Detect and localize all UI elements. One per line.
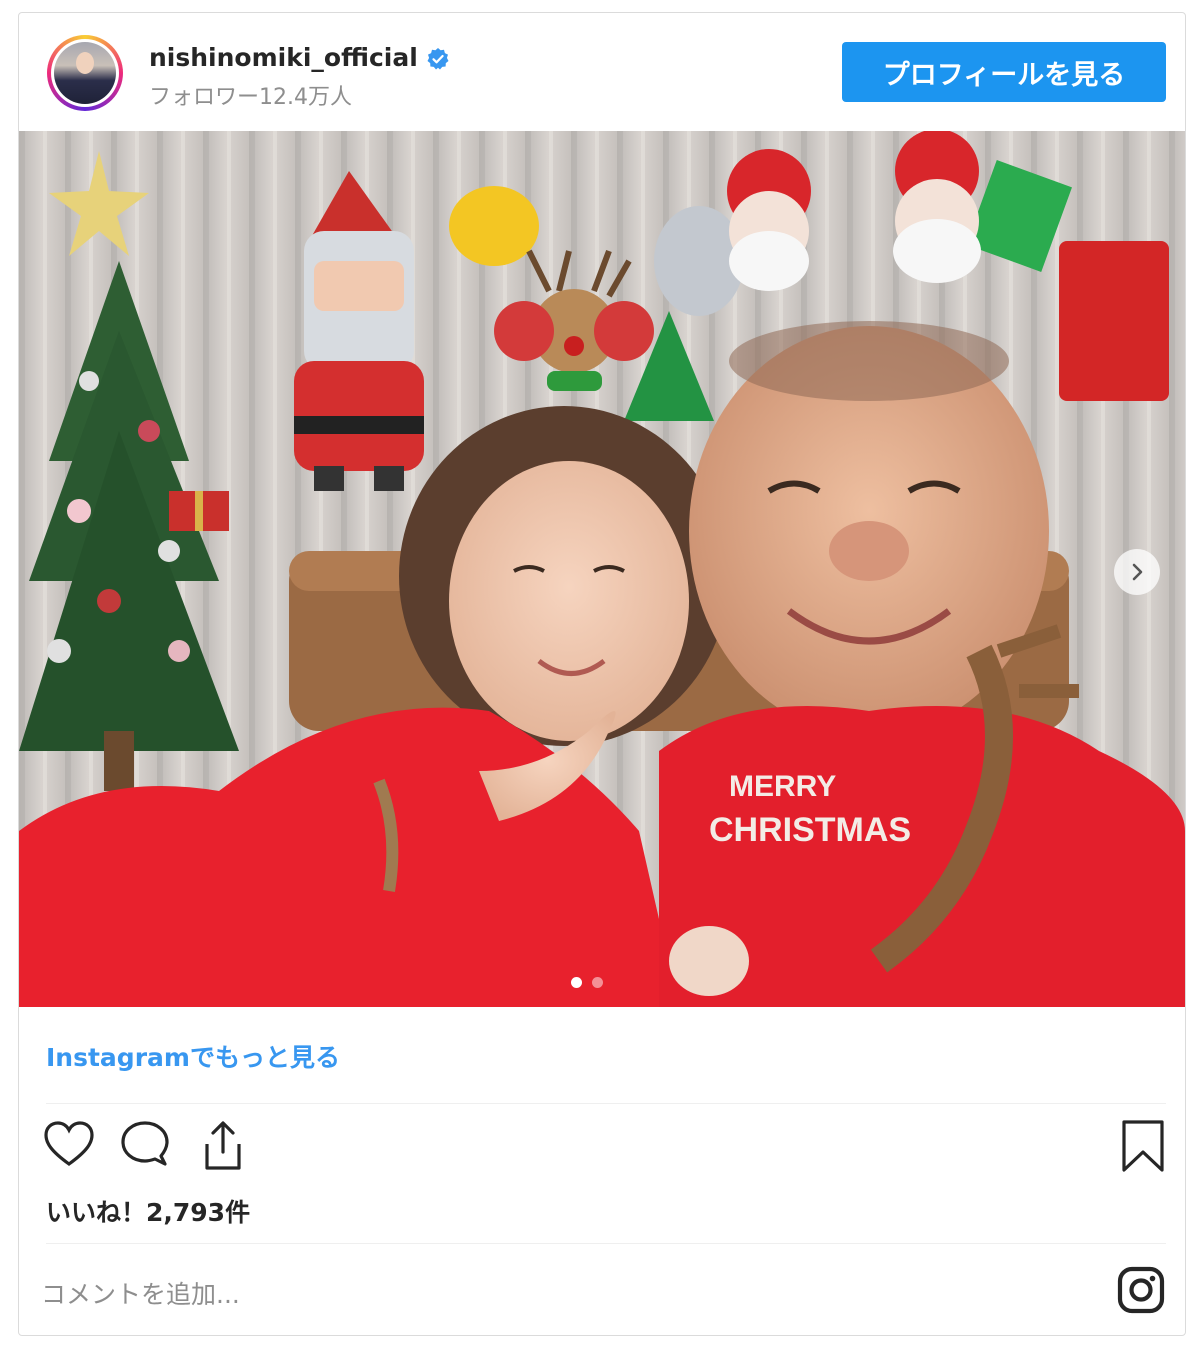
view-more-on-instagram-link[interactable]: Instagramでもっと見る: [46, 1038, 340, 1074]
view-profile-button[interactable]: プロフィールを見る: [842, 42, 1166, 102]
instagram-icon[interactable]: [1116, 1265, 1166, 1315]
carousel-dot-2: [592, 977, 603, 988]
sweater-text: MERRY: [729, 770, 836, 803]
heart-icon[interactable]: [41, 1118, 97, 1174]
carousel-next-button[interactable]: [1114, 549, 1160, 595]
divider: [46, 1243, 1166, 1244]
avatar[interactable]: [47, 35, 123, 111]
comment-icon[interactable]: [117, 1118, 173, 1174]
post-header: nishinomiki_official フォロワー12.4万人 プロフィールを…: [19, 13, 1185, 131]
add-comment-input[interactable]: コメントを追加...: [41, 1275, 240, 1311]
bookmark-icon[interactable]: [1115, 1118, 1171, 1174]
username[interactable]: nishinomiki_official: [149, 43, 418, 72]
selfie-photo-illustration: MERRY CHRISTMAS: [19, 131, 1185, 1007]
carousel-indicator: [571, 977, 603, 991]
carousel-dot-1: [571, 977, 582, 988]
verified-badge-icon: [427, 48, 449, 70]
share-icon[interactable]: [195, 1118, 251, 1174]
follower-count: フォロワー12.4万人: [149, 85, 352, 110]
svg-text:CHRISTMAS: CHRISTMAS: [709, 811, 911, 849]
divider: [46, 1103, 1166, 1104]
like-count: いいね！2,793件: [46, 1198, 251, 1227]
post-photo[interactable]: MERRY CHRISTMAS: [19, 131, 1185, 1007]
instagram-embed-card: nishinomiki_official フォロワー12.4万人 プロフィールを…: [18, 12, 1186, 1336]
chevron-right-icon: [1132, 563, 1143, 581]
